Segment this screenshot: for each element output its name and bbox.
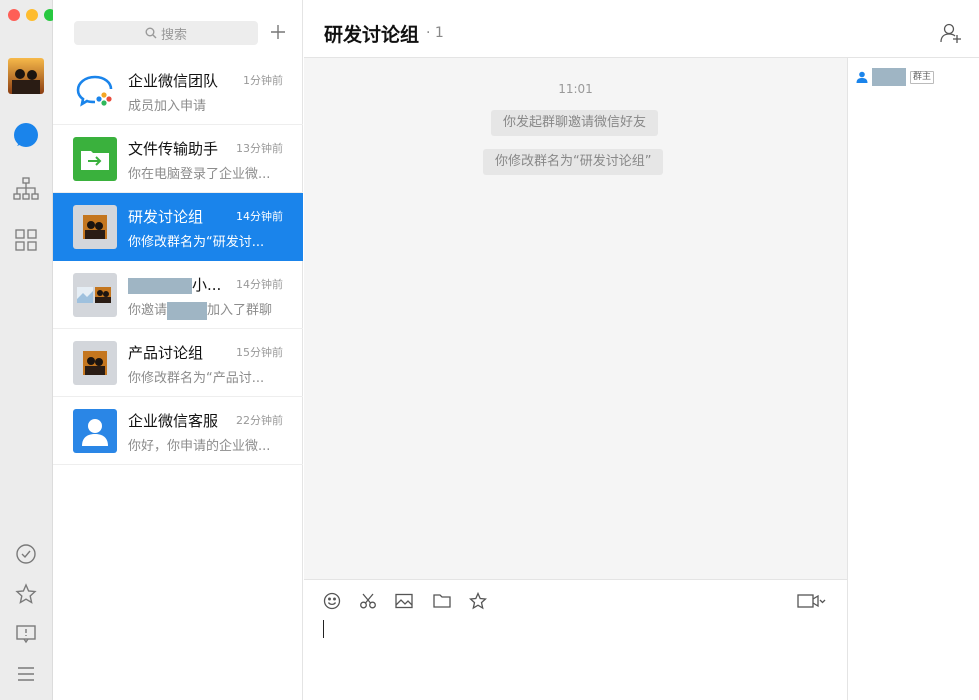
wecom-logo-icon — [73, 69, 117, 113]
search-icon — [145, 27, 157, 39]
preview-prefix: 你邀请 — [128, 303, 168, 318]
user-avatar[interactable] — [8, 58, 44, 94]
member-count: · 1 — [426, 25, 444, 41]
system-message: 你修改群名为“研发讨论组” — [483, 149, 664, 175]
add-person-icon — [940, 23, 961, 43]
conversation-item[interactable]: 文件传输助手 13分钟前 你在电脑登录了企业微... — [53, 125, 303, 193]
close-window-button[interactable] — [8, 9, 20, 21]
org-chart-icon[interactable] — [12, 175, 40, 203]
conversation-item[interactable]: 企业微信团队 1分钟前 成员加入申请 — [53, 57, 303, 125]
conversation-item-active[interactable]: 研发讨论组 14分钟前 你修改群名为“研发讨... — [53, 193, 303, 261]
chat-pane: 研发讨论组 · 1 11:01 你发起群聊邀请微信好友 你修改群名为“研发讨论组… — [304, 0, 979, 700]
folder-transfer-icon — [73, 137, 117, 181]
owner-badge: 群主 — [910, 70, 935, 84]
member-item[interactable]: 群主 — [856, 68, 935, 86]
apps-grid-icon[interactable] — [12, 226, 40, 254]
window-controls — [8, 9, 56, 21]
conversation-name: 企业微信客服 — [128, 412, 219, 430]
conversation-time: 14分钟前 — [236, 278, 283, 291]
message-composer — [304, 579, 847, 700]
chat-bubble-icon[interactable] — [12, 122, 40, 150]
conversation-time: 14分钟前 — [236, 210, 283, 223]
conversation-preview: 成员加入申请 — [128, 99, 207, 114]
folder-icon[interactable] — [431, 590, 453, 612]
message-area: 11:01 你发起群聊邀请微信好友 你修改群名为“研发讨论组” — [304, 58, 847, 579]
conversation-time: 15分钟前 — [236, 346, 283, 359]
group-avatar — [73, 341, 117, 385]
members-panel: 群主 — [847, 58, 979, 700]
conversation-item[interactable]: 企业微信客服 22分钟前 你好，你申请的企业微... — [53, 397, 303, 465]
conversation-name: 研发讨论组 — [128, 208, 204, 226]
menu-icon[interactable] — [12, 660, 40, 688]
conversation-item[interactable]: 产品讨论组 15分钟前 你修改群名为“产品讨... — [53, 329, 303, 397]
todo-check-icon[interactable] — [12, 540, 40, 568]
feedback-icon[interactable] — [12, 620, 40, 648]
minimize-window-button[interactable] — [26, 9, 38, 21]
redacted-name — [128, 277, 192, 294]
conversation-preview: 你在电脑登录了企业微... — [128, 167, 271, 182]
system-message: 你发起群聊邀请微信好友 — [491, 110, 659, 136]
favorites-star-icon[interactable] — [12, 580, 40, 608]
scissors-icon[interactable] — [357, 590, 379, 612]
group-avatar — [73, 273, 117, 317]
left-rail — [0, 0, 56, 700]
redacted-user — [167, 301, 208, 320]
search-placeholder: 搜索 — [160, 27, 187, 43]
video-call-icon[interactable] — [796, 590, 828, 612]
conversation-name: 产品讨论组 — [128, 344, 204, 362]
chat-header: 研发讨论组 · 1 — [304, 0, 979, 58]
conversation-preview: 你修改群名为“研发讨... — [128, 235, 265, 250]
search-box[interactable]: 搜索 — [74, 21, 258, 45]
conversation-preview: 你修改群名为“产品讨... — [128, 371, 265, 386]
conversation-time: 1分钟前 — [243, 74, 283, 87]
conversation-preview: 你好，你申请的企业微... — [128, 439, 271, 454]
conversation-name: 企业微信团队 — [128, 72, 219, 90]
conversation-time: 13分钟前 — [236, 142, 283, 155]
conversation-name: 小... — [128, 274, 238, 295]
plus-icon — [271, 25, 285, 39]
add-member-button[interactable] — [940, 22, 962, 44]
preview-suffix: 加入了群聊 — [207, 303, 273, 318]
chat-title: 研发讨论组 — [324, 24, 420, 46]
add-button[interactable] — [267, 20, 289, 44]
conversation-time: 22分钟前 — [236, 414, 283, 427]
message-timestamp: 11:01 — [558, 82, 593, 96]
conversation-preview: 你邀请 加入了群聊 — [128, 299, 278, 320]
conversation-item[interactable]: 小... 14分钟前 你邀请 加入了群聊 — [53, 261, 303, 329]
redacted-member-name — [872, 68, 906, 86]
person-icon — [73, 409, 117, 453]
star-icon[interactable] — [467, 590, 489, 612]
text-input-caret[interactable] — [323, 620, 324, 638]
emoji-icon[interactable] — [321, 590, 343, 612]
conversation-name: 文件传输助手 — [128, 140, 219, 158]
conversation-name-suffix: 小... — [192, 276, 222, 294]
image-icon[interactable] — [393, 590, 415, 612]
person-icon — [856, 71, 868, 83]
conversation-list: 搜索 企业微信团队 1分钟前 成员加入申请 文件传输助手 13分钟前 你在电脑登… — [53, 0, 303, 700]
group-avatar — [73, 205, 117, 249]
